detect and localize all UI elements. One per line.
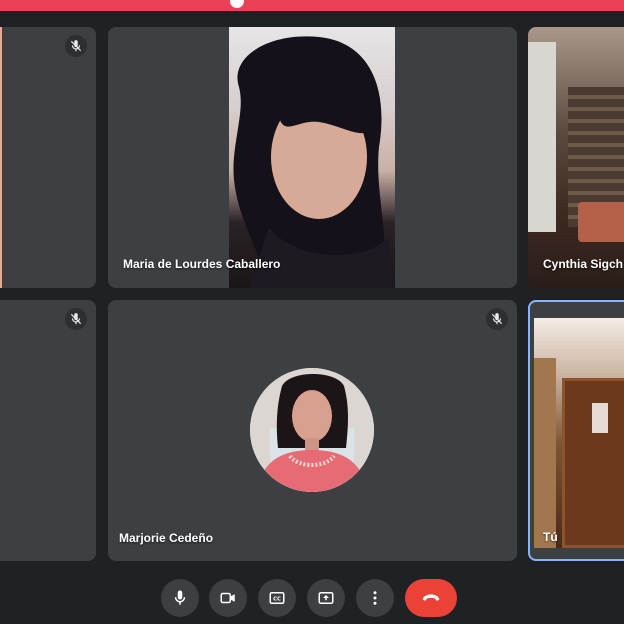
participant-name: Cynthia Sigch	[543, 257, 624, 271]
video-feed	[534, 318, 624, 548]
captions-icon: CC	[269, 592, 285, 604]
participant-tile[interactable]: Marjorie Cedeño	[108, 300, 517, 561]
present-screen-icon	[318, 592, 334, 604]
video-feed	[229, 27, 395, 288]
participant-tile[interactable]	[0, 27, 96, 288]
avatar	[250, 368, 374, 492]
video-feed	[0, 27, 2, 288]
camera-button[interactable]	[209, 579, 247, 617]
participant-name: Marjorie Cedeño	[119, 531, 214, 545]
video-feed	[528, 27, 624, 288]
more-options-icon	[373, 591, 377, 605]
more-options-button[interactable]	[356, 579, 394, 617]
participant-tile[interactable]: Cynthia Sigch	[528, 27, 624, 288]
participant-tile[interactable]	[0, 300, 96, 561]
mic-off-icon	[486, 308, 508, 330]
camera-icon	[220, 592, 235, 604]
microphone-icon	[174, 590, 186, 605]
present-screen-button[interactable]	[307, 579, 345, 617]
microphone-button[interactable]	[161, 579, 199, 617]
participant-name: Tú	[543, 530, 558, 544]
participant-tile-self[interactable]: Tú	[528, 300, 624, 561]
end-call-button[interactable]	[405, 579, 457, 617]
participant-tile[interactable]: Maria de Lourdes Caballero	[108, 27, 517, 288]
mic-off-icon	[65, 35, 87, 57]
end-call-icon	[422, 594, 440, 601]
recording-bar	[0, 0, 624, 11]
captions-button[interactable]: CC	[258, 579, 296, 617]
mic-off-icon	[65, 308, 87, 330]
participant-name: Maria de Lourdes Caballero	[123, 257, 281, 271]
svg-text:CC: CC	[273, 597, 281, 603]
